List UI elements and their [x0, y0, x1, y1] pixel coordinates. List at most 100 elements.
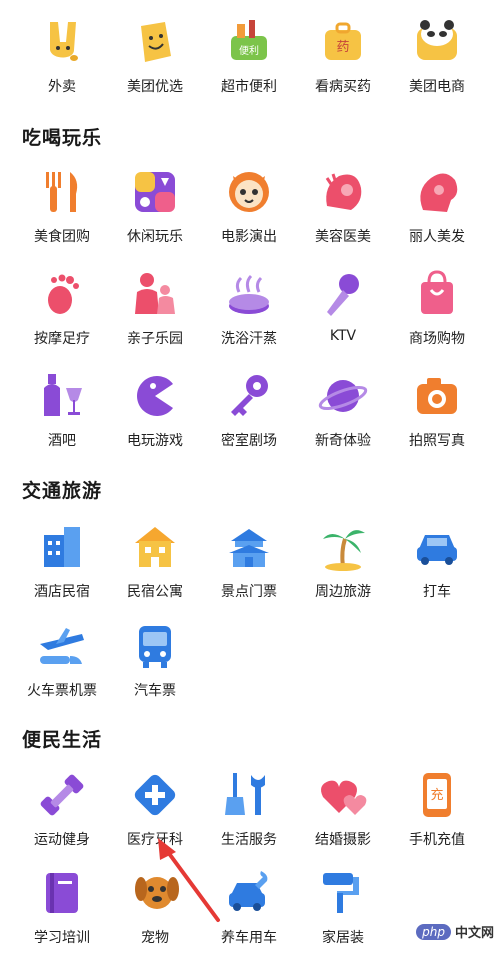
service-item[interactable]: 汽车票: [105, 618, 205, 714]
broom-wrench-icon: [221, 767, 277, 823]
service-item-label: 新奇体验: [315, 433, 371, 449]
service-item[interactable]: 商场购物: [387, 266, 487, 362]
service-item-label: 美容医美: [315, 229, 371, 245]
medical-cross-icon: [127, 767, 183, 823]
service-item[interactable]: 电影演出: [199, 164, 299, 260]
service-item-label: 亲子乐园: [127, 331, 183, 347]
service-item[interactable]: 美容医美: [293, 164, 393, 260]
service-item[interactable]: 美食团购: [12, 164, 112, 260]
service-item[interactable]: 酒店民宿: [12, 519, 112, 615]
dog-icon: [127, 865, 183, 921]
service-item-label: 酒吧: [48, 433, 76, 449]
temple-icon: [221, 519, 277, 575]
svg-text:充: 充: [430, 787, 443, 803]
apartment-icon: [127, 519, 183, 575]
service-item-label: 休闲玩乐: [127, 229, 183, 245]
service-item[interactable]: 密室剧场: [199, 368, 299, 464]
service-item-label: 汽车票: [134, 683, 176, 699]
service-item-label: 景点门票: [221, 584, 277, 600]
bus-icon: [127, 618, 183, 674]
service-item[interactable]: 学习培训: [12, 865, 112, 961]
service-item-label: 拍照写真: [409, 433, 465, 449]
service-item-label: 美团电商: [409, 79, 465, 95]
grocery-basket-icon: 便利: [221, 14, 277, 70]
medicine-box-icon: 药: [315, 14, 371, 70]
service-item-label: 洗浴汗蒸: [221, 331, 277, 347]
service-item-label: 看病买药: [315, 79, 371, 95]
section-title: 便民生活: [22, 729, 103, 751]
service-item[interactable]: KTV: [293, 266, 393, 362]
site-watermark: php 中文网: [416, 922, 494, 941]
service-item[interactable]: 便利 超市便利: [199, 14, 299, 110]
service-item[interactable]: 拍照写真: [387, 368, 487, 464]
hearts-icon: [315, 767, 371, 823]
microphone-icon: [315, 266, 371, 322]
pacman-icon: [127, 368, 183, 424]
book-icon: [34, 865, 90, 921]
service-item[interactable]: 药看病买药: [293, 14, 393, 110]
service-item-label: KTV: [329, 328, 357, 344]
svg-text:药: 药: [336, 40, 349, 55]
takeout-rabbit-icon: [34, 14, 90, 70]
service-item-label: 电影演出: [221, 229, 277, 245]
service-item-label: 美食团购: [34, 229, 90, 245]
service-item[interactable]: 医疗牙科: [105, 767, 205, 863]
service-item-label: 按摩足疗: [34, 331, 90, 347]
palm-tree-icon: [315, 519, 371, 575]
service-item[interactable]: 新奇体验: [293, 368, 393, 464]
service-item-label: 密室剧场: [221, 433, 277, 449]
shopping-bag-icon: [409, 266, 465, 322]
phone-recharge-icon: 充: [409, 767, 465, 823]
service-item[interactable]: 美团电商: [387, 14, 487, 110]
cat-mask-icon: [221, 164, 277, 220]
service-item-label: 学习培训: [34, 930, 90, 946]
service-item-label: 电玩游戏: [127, 433, 183, 449]
service-item-label: 家居装: [322, 930, 364, 946]
service-item-label: 生活服务: [221, 832, 277, 848]
service-item-label: 超市便利: [221, 79, 277, 95]
fork-knife-icon: [34, 164, 90, 220]
service-item[interactable]: 外卖: [12, 14, 112, 110]
paint-roller-icon: [315, 865, 371, 921]
service-item[interactable]: 家居装: [293, 865, 393, 961]
service-item[interactable]: 结婚摄影: [293, 767, 393, 863]
service-item-label: 酒店民宿: [34, 584, 90, 600]
steam-bath-icon: [221, 266, 277, 322]
service-item[interactable]: 充手机充值: [387, 767, 487, 863]
parent-child-icon: [127, 266, 183, 322]
service-item[interactable]: 酒吧: [12, 368, 112, 464]
service-item[interactable]: 运动健身: [12, 767, 112, 863]
leisure-card-icon: [127, 164, 183, 220]
service-item[interactable]: 休闲玩乐: [105, 164, 205, 260]
service-item-label: 美团优选: [127, 79, 183, 95]
service-item-label: 运动健身: [34, 832, 90, 848]
service-item[interactable]: 周边旅游: [293, 519, 393, 615]
service-item[interactable]: 打车: [387, 519, 487, 615]
service-item[interactable]: 按摩足疗: [12, 266, 112, 362]
service-item[interactable]: 景点门票: [199, 519, 299, 615]
camera-icon: [409, 368, 465, 424]
plane-icon: [34, 618, 90, 674]
service-item-label: 养车用车: [221, 930, 277, 946]
service-item[interactable]: 宠物: [105, 865, 205, 961]
hair-salon-icon: [409, 164, 465, 220]
service-item[interactable]: 电玩游戏: [105, 368, 205, 464]
section-title: 吃喝玩乐: [22, 127, 103, 149]
service-item[interactable]: 生活服务: [199, 767, 299, 863]
service-item-label: 火车票机票: [27, 683, 97, 699]
service-item[interactable]: 洗浴汗蒸: [199, 266, 299, 362]
service-item[interactable]: 亲子乐园: [105, 266, 205, 362]
watermark-text: 中文网: [454, 926, 494, 941]
dumbbell-icon: [34, 767, 90, 823]
service-item[interactable]: 丽人美发: [387, 164, 487, 260]
service-item[interactable]: 火车票机票: [12, 618, 112, 714]
service-item-label: 宠物: [141, 930, 169, 946]
service-item[interactable]: 民宿公寓: [105, 519, 205, 615]
service-item[interactable]: 养车用车: [199, 865, 299, 961]
footprint-icon: [34, 266, 90, 322]
svg-text:便利: 便利: [239, 44, 259, 57]
service-item[interactable]: 美团优选: [105, 14, 205, 110]
service-item-label: 结婚摄影: [315, 832, 371, 848]
beauty-face-icon: [315, 164, 371, 220]
car-icon: [409, 519, 465, 575]
